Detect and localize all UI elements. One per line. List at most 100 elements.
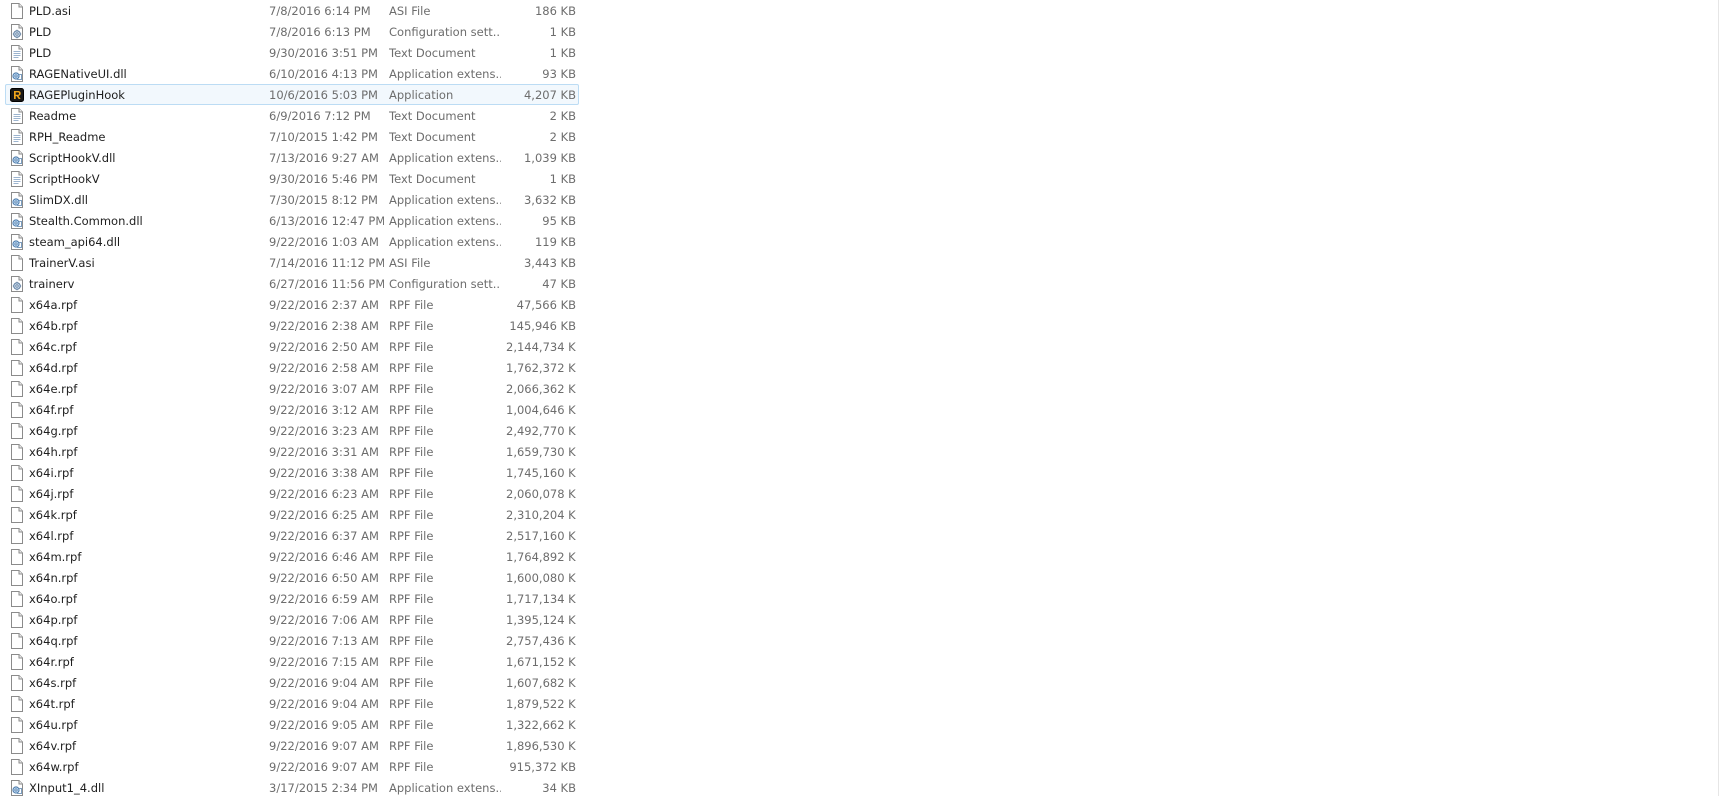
file-row[interactable]: x64m.rpf 9/22/2016 6:46 AM RPF File 1,764,8… bbox=[5, 546, 579, 567]
file-row[interactable]: x64i.rpf 9/22/2016 3:38 AM RPF File 1,745,1… bbox=[5, 462, 579, 483]
file-name: Stealth.Common.dll bbox=[29, 214, 143, 228]
file-size: 2 KB bbox=[549, 109, 576, 123]
file-row[interactable]: x64w.rpf 9/22/2016 9:07 AM RPF File 915,372… bbox=[5, 756, 579, 777]
file-type: Configuration sett... bbox=[389, 277, 501, 291]
file-row[interactable]: Readme 6/9/2016 7:12 PM Text Document 2 KB bbox=[5, 105, 579, 126]
blank-file-icon bbox=[10, 255, 24, 271]
file-size: 1 KB bbox=[549, 172, 576, 186]
blank-file-icon bbox=[10, 738, 24, 754]
file-row[interactable]: x64h.rpf 9/22/2016 3:31 AM RPF File 1,659,7… bbox=[5, 441, 579, 462]
file-row[interactable]: SlimDX.dll 7/30/2015 8:12 PM Application e… bbox=[5, 189, 579, 210]
dll-file-icon bbox=[10, 213, 24, 229]
blank-file-icon bbox=[10, 297, 24, 313]
blank-file-icon bbox=[10, 549, 24, 565]
file-row[interactable]: trainerv 6/27/2016 11:56 PM Configuration … bbox=[5, 273, 579, 294]
file-row[interactable]: x64k.rpf 9/22/2016 6:25 AM RPF File 2,310,2… bbox=[5, 504, 579, 525]
file-name: x64l.rpf bbox=[29, 529, 74, 543]
blank-file-icon bbox=[10, 507, 24, 523]
file-row[interactable]: Stealth.Common.dll 6/13/2016 12:47 PM Appl… bbox=[5, 210, 579, 231]
file-type: RPF File bbox=[389, 340, 434, 354]
file-type: RPF File bbox=[389, 361, 434, 375]
file-row[interactable]: x64p.rpf 9/22/2016 7:06 AM RPF File 1,395,1… bbox=[5, 609, 579, 630]
file-row[interactable]: x64j.rpf 9/22/2016 6:23 AM RPF File 2,060,0… bbox=[5, 483, 579, 504]
file-type: RPF File bbox=[389, 655, 434, 669]
file-date-modified: 9/22/2016 6:59 AM bbox=[269, 592, 379, 606]
file-row[interactable]: x64q.rpf 9/22/2016 7:13 AM RPF File 2,757,4… bbox=[5, 630, 579, 651]
file-name: x64q.rpf bbox=[29, 634, 78, 648]
blank-file-icon bbox=[10, 486, 24, 502]
file-row[interactable]: x64b.rpf 9/22/2016 2:38 AM RPF File 145,946… bbox=[5, 315, 579, 336]
file-row[interactable]: ScriptHookV.dll 7/13/2016 9:27 AM Applicat… bbox=[5, 147, 579, 168]
file-row[interactable]: PLD 9/30/2016 3:51 PM Text Document 1 KB bbox=[5, 42, 579, 63]
file-row[interactable]: steam_api64.dll 9/22/2016 1:03 AM Applicat… bbox=[5, 231, 579, 252]
file-name: x64f.rpf bbox=[29, 403, 74, 417]
file-type: RPF File bbox=[389, 760, 434, 774]
file-type: Application extens... bbox=[389, 214, 501, 228]
file-date-modified: 9/22/2016 3:07 AM bbox=[269, 382, 379, 396]
file-size: 2 KB bbox=[549, 130, 576, 144]
file-name: XInput1_4.dll bbox=[29, 781, 105, 795]
file-size: 1,717,134 KB bbox=[506, 592, 576, 606]
file-row[interactable]: x64a.rpf 9/22/2016 2:37 AM RPF File 47,566 … bbox=[5, 294, 579, 315]
file-row[interactable]: RAGENativeUI.dll 6/10/2016 4:13 PM Applica… bbox=[5, 63, 579, 84]
file-date-modified: 9/22/2016 3:38 AM bbox=[269, 466, 379, 480]
file-row[interactable]: x64l.rpf 9/22/2016 6:37 AM RPF File 2,517,1… bbox=[5, 525, 579, 546]
dll-file-icon bbox=[10, 192, 24, 208]
file-row[interactable]: x64c.rpf 9/22/2016 2:50 AM RPF File 2,144,7… bbox=[5, 336, 579, 357]
file-row[interactable]: ScriptHookV 9/30/2016 5:46 PM Text Documen… bbox=[5, 168, 579, 189]
file-name: PLD bbox=[29, 46, 52, 60]
file-date-modified: 9/22/2016 1:03 AM bbox=[269, 235, 379, 249]
file-name: Readme bbox=[29, 109, 77, 123]
file-row[interactable]: x64g.rpf 9/22/2016 3:23 AM RPF File 2,492,7… bbox=[5, 420, 579, 441]
file-date-modified: 9/22/2016 6:37 AM bbox=[269, 529, 379, 543]
file-row[interactable]: x64u.rpf 9/22/2016 9:05 AM RPF File 1,322,6… bbox=[5, 714, 579, 735]
file-date-modified: 9/22/2016 9:07 AM bbox=[269, 760, 379, 774]
file-type: ASI File bbox=[389, 256, 431, 270]
file-row[interactable]: x64n.rpf 9/22/2016 6:50 AM RPF File 1,600,0… bbox=[5, 567, 579, 588]
file-row[interactable]: x64v.rpf 9/22/2016 9:07 AM RPF File 1,896,5… bbox=[5, 735, 579, 756]
file-name: trainerv bbox=[29, 277, 75, 291]
file-name: x64r.rpf bbox=[29, 655, 74, 669]
file-row[interactable]: PLD.asi 7/8/2016 6:14 PM ASI File 186 KB bbox=[5, 0, 579, 21]
file-size: 2,517,160 KB bbox=[506, 529, 576, 543]
file-name: x64j.rpf bbox=[29, 487, 74, 501]
file-explorer-details-view: PLD.asi 7/8/2016 6:14 PM ASI File 186 KB PL… bbox=[0, 0, 1736, 796]
file-row[interactable]: RPH_Readme 7/10/2015 1:42 PM Text Document… bbox=[5, 126, 579, 147]
file-size: 1,600,080 KB bbox=[506, 571, 576, 585]
file-size: 93 KB bbox=[542, 67, 576, 81]
blank-file-icon bbox=[10, 675, 24, 691]
dll-file-icon bbox=[10, 66, 24, 82]
ragepluginhook-app-icon bbox=[10, 87, 24, 103]
file-row[interactable]: x64r.rpf 9/22/2016 7:15 AM RPF File 1,671,1… bbox=[5, 651, 579, 672]
file-size: 1 KB bbox=[549, 46, 576, 60]
file-date-modified: 7/13/2016 9:27 AM bbox=[269, 151, 379, 165]
file-row[interactable]: x64f.rpf 9/22/2016 3:12 AM RPF File 1,004,6… bbox=[5, 399, 579, 420]
file-date-modified: 9/22/2016 9:04 AM bbox=[269, 697, 379, 711]
file-row[interactable]: TrainerV.asi 7/14/2016 11:12 PM ASI File 3,… bbox=[5, 252, 579, 273]
file-row[interactable]: x64t.rpf 9/22/2016 9:04 AM RPF File 1,879,5… bbox=[5, 693, 579, 714]
file-row[interactable]: RAGEPluginHook 10/6/2016 5:03 PM Applicati… bbox=[5, 84, 579, 105]
file-date-modified: 7/8/2016 6:13 PM bbox=[269, 25, 371, 39]
file-row[interactable]: x64e.rpf 9/22/2016 3:07 AM RPF File 2,066,3… bbox=[5, 378, 579, 399]
file-row[interactable]: PLD 7/8/2016 6:13 PM Configuration sett...… bbox=[5, 21, 579, 42]
file-size: 1,395,124 KB bbox=[506, 613, 576, 627]
file-row[interactable]: x64s.rpf 9/22/2016 9:04 AM RPF File 1,607,6… bbox=[5, 672, 579, 693]
file-size: 1,896,530 KB bbox=[506, 739, 576, 753]
dll-file-icon bbox=[10, 234, 24, 250]
file-name: x64u.rpf bbox=[29, 718, 78, 732]
file-size: 2,144,734 KB bbox=[506, 340, 576, 354]
file-row[interactable]: x64d.rpf 9/22/2016 2:58 AM RPF File 1,762,3… bbox=[5, 357, 579, 378]
file-size: 34 KB bbox=[542, 781, 576, 795]
blank-file-icon bbox=[10, 717, 24, 733]
file-type: Application extens... bbox=[389, 67, 501, 81]
file-name: ScriptHookV bbox=[29, 172, 100, 186]
file-row[interactable]: XInput1_4.dll 3/17/2015 2:34 PM Applicatio… bbox=[5, 777, 579, 798]
file-date-modified: 9/22/2016 9:04 AM bbox=[269, 676, 379, 690]
file-type: RPF File bbox=[389, 298, 434, 312]
file-name: x64n.rpf bbox=[29, 571, 78, 585]
file-name: x64k.rpf bbox=[29, 508, 77, 522]
blank-file-icon bbox=[10, 528, 24, 544]
file-size: 915,372 KB bbox=[509, 760, 576, 774]
file-date-modified: 10/6/2016 5:03 PM bbox=[269, 88, 378, 102]
file-row[interactable]: x64o.rpf 9/22/2016 6:59 AM RPF File 1,717,1… bbox=[5, 588, 579, 609]
